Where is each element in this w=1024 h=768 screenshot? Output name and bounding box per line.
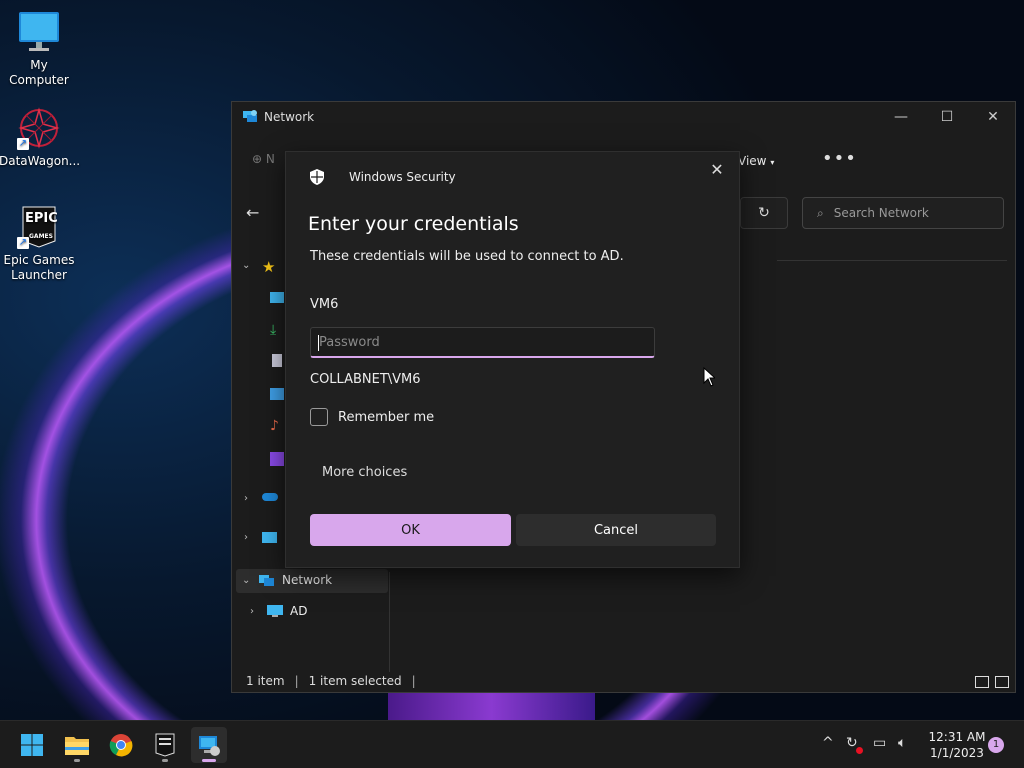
chevron-down-icon[interactable]: ⌄ [242,260,256,271]
chrome-icon [109,734,133,757]
epic-logo-text: EPIC [25,211,58,226]
dialog-app-name: Windows Security [349,170,456,184]
taskbar-network-security[interactable] [191,727,227,763]
taskbar-chrome[interactable] [103,727,139,763]
epic-games-icon [155,733,175,757]
status-bar: 1 item | 1 item selected | [246,674,416,688]
notification-badge[interactable]: 1 [988,737,1004,753]
desktop-folder-icon[interactable] [270,292,284,303]
pictures-icon[interactable] [270,388,284,400]
desktop-icon-label: DataWagon... [0,154,81,168]
search-placeholder: Search Network [833,206,929,220]
more-choices-link[interactable]: More choices [322,465,407,480]
taskbar-epic-games[interactable] [147,727,183,763]
desktop-icon-datawagon[interactable]: ↗ DataWagon... [0,106,81,169]
new-button[interactable]: ⊕ N [252,152,275,166]
documents-icon[interactable] [272,354,282,367]
status-separator: | [294,674,299,688]
refresh-icon: ↻ [758,205,770,221]
star-icon: ★ [262,258,276,276]
status-item-count: 1 item [246,674,285,688]
remember-me-option[interactable]: Remember me [310,408,434,426]
nav-pane-divider[interactable] [389,572,390,672]
clock-time: 12:31 AM [928,730,986,744]
downloads-icon[interactable]: ⤓ [270,322,276,338]
epic-games-logo-icon: EPIC GAMES ↗ [17,205,61,249]
taskbar-clock[interactable]: 12:31 AM 1/1/2023 [924,729,990,761]
layout-toggle [975,676,1009,688]
clock-date: 1/1/2023 [930,746,984,760]
dialog-description: These credentials will be used to connec… [310,249,624,264]
file-explorer-icon [65,737,89,755]
this-pc-icon[interactable] [262,532,277,543]
desktop-icon-epic-games[interactable]: EPIC GAMES ↗ Epic Games Launcher [0,205,79,283]
epic-logo-subtext: GAMES [29,233,53,240]
videos-icon[interactable] [270,452,284,466]
tiles-view-icon[interactable] [995,676,1009,688]
cancel-button[interactable]: Cancel [516,514,716,546]
chevron-down-icon: ⌄ [242,574,251,586]
chevron-right-icon: › [250,605,254,617]
status-selected-count: 1 item selected [308,674,402,688]
wallpaper-strip [388,693,595,720]
status-separator: | [411,674,416,688]
ok-button[interactable]: OK [310,514,511,546]
view-button[interactable]: View ▾ [738,154,774,168]
header-divider [777,260,1007,261]
start-icon [21,734,43,756]
dialog-username: VM6 [310,297,339,312]
sync-alert-dot [856,747,863,754]
refresh-button[interactable]: ↻ [740,197,788,229]
running-indicator [162,759,168,762]
shortcut-arrow-icon: ↗ [17,237,29,249]
shortcut-arrow-icon: ↗ [17,138,29,150]
explorer-title: Network [264,110,315,124]
details-view-icon[interactable] [975,676,989,688]
network-security-icon [199,736,220,756]
maximize-button[interactable]: ☐ [924,102,970,132]
chevron-right-icon[interactable]: › [244,493,258,504]
chevron-down-icon: ▾ [770,158,775,167]
desktop-icon-label: Epic Games Launcher [3,253,75,282]
nav-item-ad[interactable]: › AD [250,604,307,618]
onedrive-icon[interactable] [262,493,278,501]
close-window-button[interactable]: ✕ [970,102,1016,132]
datawagon-logo-icon: ↗ [17,106,61,150]
volume-icon[interactable]: 🔈︎ [898,735,906,751]
dialog-domain-user: COLLABNET\VM6 [310,372,421,387]
network-icon [243,110,257,122]
computer-icon [267,605,283,617]
music-icon[interactable]: ♪ [270,418,279,434]
active-indicator [202,759,216,762]
back-arrow-icon[interactable]: ← [246,203,259,222]
minimize-button[interactable]: — [878,102,924,132]
shield-icon [310,169,324,185]
remember-me-checkbox[interactable] [310,408,328,426]
remember-me-label: Remember me [338,409,435,425]
more-options-button[interactable]: ••• [822,148,857,169]
desktop-icon-label: My Computer [9,58,69,87]
mouse-pointer-icon [703,367,715,387]
windows-security-dialog: Windows Security ✕ Enter your credential… [285,151,740,568]
password-field[interactable] [310,327,655,358]
start-button[interactable] [14,727,50,763]
chevron-up-icon[interactable]: ^ [822,735,834,751]
taskbar: ^ ↻ ▭ 🔈︎ 12:31 AM 1/1/2023 1 [0,720,1024,768]
plus-circle-icon: ⊕ [252,152,263,166]
text-caret [318,335,319,351]
search-icon: ⌕ [817,205,824,220]
running-indicator [74,759,80,762]
monitor-icon [17,10,61,54]
dialog-close-button[interactable]: ✕ [708,160,726,179]
network-tray-icon[interactable]: ▭ [873,735,886,751]
taskbar-file-explorer[interactable] [59,727,95,763]
chevron-right-icon[interactable]: › [244,532,258,543]
network-icon [259,575,274,586]
nav-item-network[interactable]: ⌄ Network [242,573,332,587]
dialog-heading: Enter your credentials [308,213,519,235]
desktop-icon-my-computer[interactable]: My Computer [0,10,79,88]
search-box[interactable]: ⌕ Search Network [802,197,1004,229]
